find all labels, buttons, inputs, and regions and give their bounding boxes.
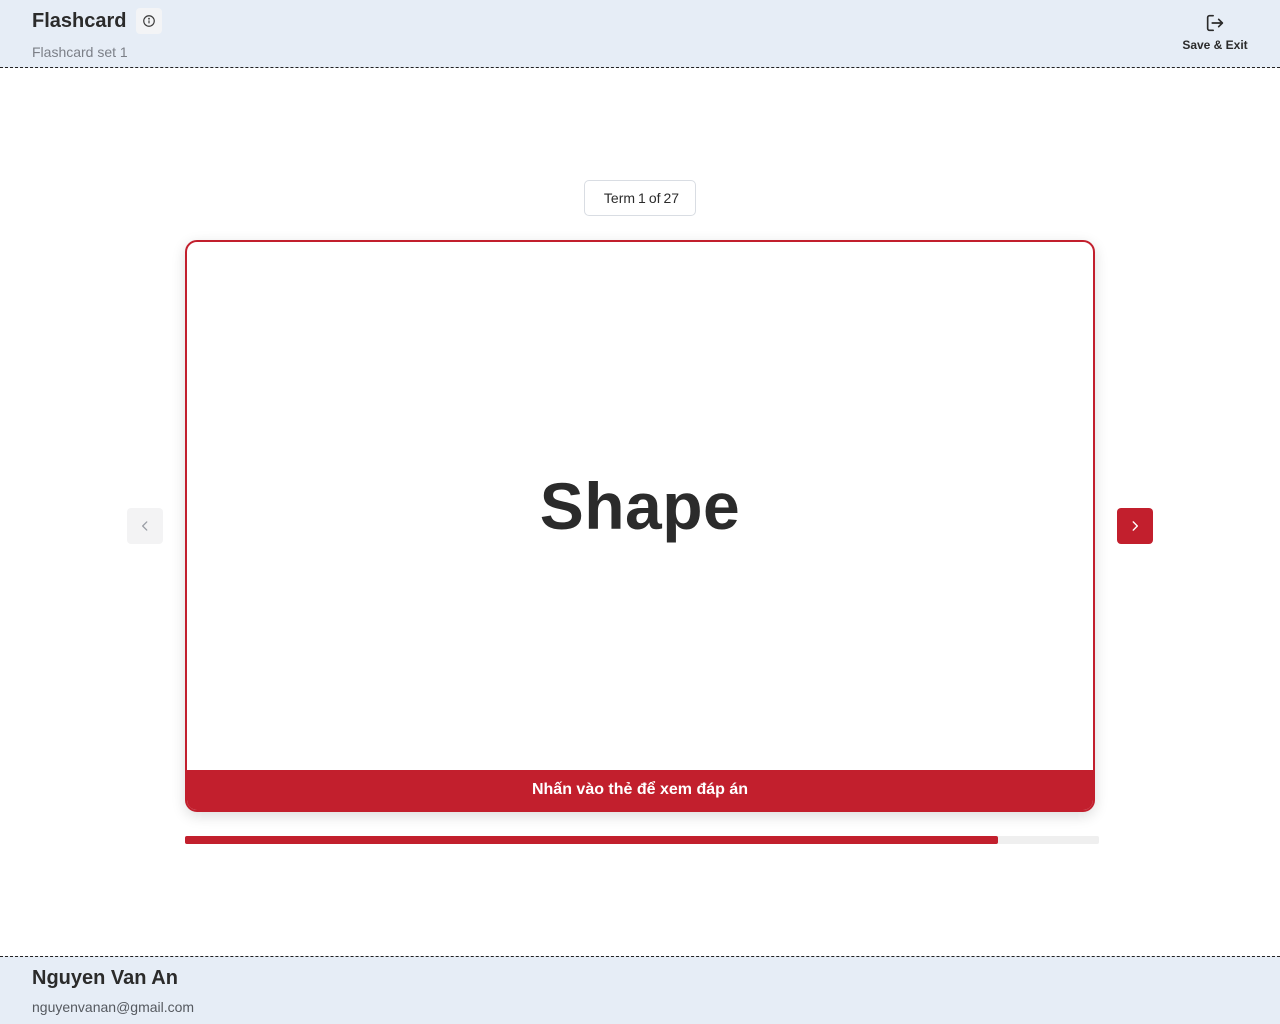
- title-row: Flashcard: [32, 8, 163, 34]
- user-email: nguyenvanan@gmail.com: [32, 999, 195, 1015]
- set-name: Flashcard set 1: [32, 44, 128, 60]
- progress-bar: [185, 836, 1099, 844]
- flashcard-term: Shape: [539, 469, 741, 543]
- info-icon: [143, 15, 156, 27]
- top-bar: Flashcard Flashcard set 1 Save & Exit: [0, 0, 1280, 68]
- page-title: Flashcard: [32, 9, 127, 32]
- logout-icon: [1206, 14, 1224, 32]
- user-name: Nguyen Van An: [32, 967, 178, 989]
- term-counter-prefix: Term: [603, 190, 636, 206]
- user-footer: Nguyen Van An nguyenvanan@gmail.com: [0, 956, 1280, 1024]
- flashcard[interactable]: Shape Nhấn vào thẻ để xem đáp án: [185, 240, 1095, 812]
- term-counter: Term 1 of 27: [584, 180, 696, 216]
- prev-card-button[interactable]: [127, 508, 163, 544]
- next-card-button[interactable]: [1117, 508, 1153, 544]
- term-counter-total: 27: [663, 190, 680, 206]
- save-exit-button[interactable]: Save & Exit: [1182, 12, 1248, 52]
- chevron-right-icon: [1132, 521, 1139, 531]
- term-counter-of: of: [648, 190, 661, 206]
- info-button[interactable]: [136, 8, 163, 34]
- term-counter-current: 1: [638, 190, 646, 206]
- chevron-left-icon: [142, 521, 148, 531]
- progress-bar-fill: [185, 836, 999, 844]
- flashcard-hint: Nhấn vào thẻ để xem đáp án: [187, 770, 1093, 810]
- save-exit-label: Save & Exit: [1182, 38, 1248, 52]
